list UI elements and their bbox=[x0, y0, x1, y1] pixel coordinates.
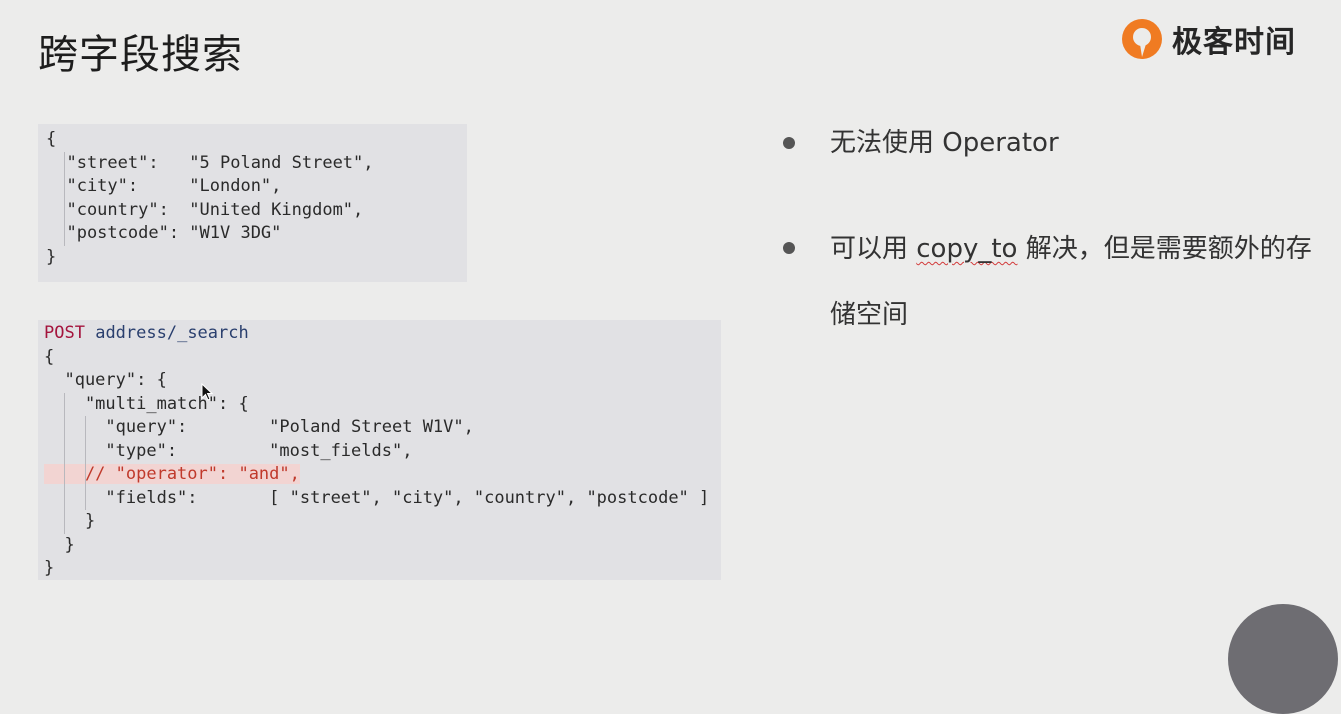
code-line: "street": "5 Poland Street", bbox=[46, 151, 467, 175]
request-path: address/_search bbox=[95, 323, 249, 343]
code-line: "country": "United Kingdom", bbox=[46, 198, 467, 222]
code-line: } bbox=[44, 534, 75, 555]
code-line-text: "city": "London", bbox=[46, 176, 282, 196]
indent-guide bbox=[64, 198, 65, 222]
code-line-text: "multi_match": { bbox=[44, 393, 249, 414]
code-line-text: "country": "United Kingdom", bbox=[46, 199, 364, 220]
indent-guide bbox=[85, 486, 86, 510]
code-line-request: POST address/_search bbox=[44, 322, 721, 346]
logo-text: 极客时间 bbox=[1172, 25, 1296, 60]
code-line-text: "type": "most_fields", bbox=[44, 440, 413, 461]
code-line-text: "query": "Poland Street W1V", bbox=[44, 417, 474, 437]
code-line: } bbox=[44, 558, 55, 578]
code-block-query: POST address/_search { "query": { "multi… bbox=[38, 320, 721, 580]
code-line: { bbox=[46, 129, 57, 149]
code-line: "type": "most_fields", bbox=[44, 439, 721, 463]
indent-guide bbox=[64, 463, 65, 487]
code-line: } bbox=[46, 246, 57, 267]
code-line-text: } bbox=[44, 511, 96, 531]
code-block-document: { "street": "5 Poland Street", "city": "… bbox=[38, 124, 467, 282]
indent-guide bbox=[85, 416, 86, 440]
indent-guide bbox=[85, 463, 86, 487]
http-method: POST bbox=[44, 323, 85, 343]
brand-logo: 极客时间 bbox=[1120, 14, 1296, 64]
presenter-camera-overlay bbox=[1228, 604, 1338, 714]
code-line: "city": "London", bbox=[46, 175, 467, 199]
indent-guide bbox=[64, 151, 65, 175]
copy-to-term: copy_to bbox=[916, 234, 1018, 264]
indent-guide bbox=[64, 486, 65, 510]
code-line: } bbox=[44, 510, 721, 534]
slide-title: 跨字段搜索 bbox=[38, 32, 243, 78]
bullet-item: 可以用 copy_to 解决，但是需要额外的存储空间 bbox=[780, 216, 1320, 348]
indent-guide bbox=[64, 392, 65, 416]
geektime-logo-icon bbox=[1122, 19, 1162, 59]
code-line-text: "postcode": "W1V 3DG" bbox=[46, 223, 282, 243]
indent-guide bbox=[85, 439, 86, 463]
code-line: { bbox=[44, 346, 55, 367]
code-line-text: "street": "5 Poland Street", bbox=[46, 152, 374, 173]
move-cursor-icon bbox=[201, 383, 214, 401]
code-line-comment: // "operator": "and", bbox=[44, 463, 721, 487]
bullet-text-pre: 可以用 bbox=[830, 234, 917, 264]
code-line: "query": { bbox=[44, 370, 167, 390]
bullet-text: 无法使用 Operator bbox=[830, 128, 1059, 158]
indent-guide bbox=[64, 510, 65, 534]
code-line: "postcode": "W1V 3DG" bbox=[46, 222, 467, 246]
code-line: "query": "Poland Street W1V", bbox=[44, 416, 721, 440]
code-line: "fields": [ "street", "city", "country",… bbox=[44, 486, 721, 510]
bullet-item: 无法使用 Operator bbox=[780, 120, 1320, 166]
bullet-list: 无法使用 Operator 可以用 copy_to 解决，但是需要额外的存储空间 bbox=[780, 120, 1320, 348]
commented-operator: // "operator": "and", bbox=[44, 464, 300, 484]
code-line-text: "fields": [ "street", "city", "country",… bbox=[44, 487, 710, 508]
indent-guide bbox=[64, 439, 65, 463]
indent-guide bbox=[64, 416, 65, 440]
indent-guide bbox=[64, 175, 65, 199]
indent-guide bbox=[64, 222, 65, 246]
code-line: "multi_match": { bbox=[44, 392, 721, 416]
